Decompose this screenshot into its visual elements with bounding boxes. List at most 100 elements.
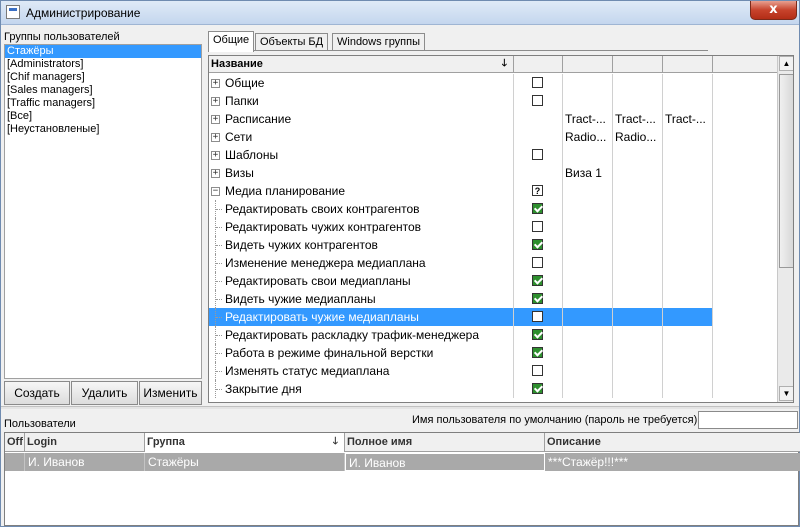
- permission-name-cell[interactable]: + Общие: [209, 74, 514, 92]
- group-item[interactable]: [Chif managers]: [5, 71, 201, 84]
- permission-check-cell[interactable]: [514, 236, 563, 254]
- expand-icon[interactable]: +: [211, 133, 220, 142]
- permission-value-cell-3[interactable]: [663, 272, 713, 290]
- permission-value-cell-1[interactable]: Виза 1: [563, 164, 613, 182]
- header-description[interactable]: Описание: [545, 433, 799, 452]
- permission-check-cell[interactable]: [514, 254, 563, 272]
- table-row[interactable]: Изменять статус медиаплана: [209, 362, 777, 380]
- checkbox-unchecked[interactable]: [532, 257, 543, 268]
- permission-value-cell-1[interactable]: [563, 362, 613, 380]
- permission-check-cell[interactable]: [514, 164, 563, 182]
- edit-button[interactable]: Изменить: [139, 381, 202, 405]
- permission-value-cell-2[interactable]: [613, 146, 663, 164]
- table-row[interactable]: + Сети Radio... Radio...: [209, 128, 777, 146]
- permission-check-cell[interactable]: [514, 200, 563, 218]
- permission-value-cell-3[interactable]: [663, 290, 713, 308]
- permission-name-cell[interactable]: Работа в режиме финальной верстки: [209, 344, 514, 362]
- permission-check-cell[interactable]: [514, 110, 563, 128]
- permission-value-cell-2[interactable]: [613, 326, 663, 344]
- permission-value-cell-3[interactable]: [663, 218, 713, 236]
- permission-value-cell-2[interactable]: [613, 236, 663, 254]
- permission-value-cell-3[interactable]: [663, 74, 713, 92]
- scroll-down-icon[interactable]: ▼: [779, 386, 793, 401]
- group-item[interactable]: [Traffic managers]: [5, 97, 201, 110]
- header-off[interactable]: Off: [5, 433, 25, 452]
- header-fullname[interactable]: Полное имя: [345, 433, 545, 452]
- header-group[interactable]: Группа 🡓: [145, 433, 345, 452]
- group-item[interactable]: Стажёры: [5, 45, 201, 58]
- user-off[interactable]: [5, 453, 25, 471]
- table-row[interactable]: Изменение менеджера медиаплана: [209, 254, 777, 272]
- table-row[interactable]: Видеть чужих контрагентов: [209, 236, 777, 254]
- permission-value-cell-1[interactable]: [563, 344, 613, 362]
- group-item[interactable]: [Неустановленые]: [5, 123, 201, 136]
- permission-value-cell-2[interactable]: [613, 272, 663, 290]
- group-item[interactable]: [Sales managers]: [5, 84, 201, 97]
- permission-value-cell-3[interactable]: [663, 182, 713, 200]
- table-row[interactable]: Работа в режиме финальной верстки: [209, 344, 777, 362]
- tab-windows-groups[interactable]: Windows группы: [332, 33, 426, 51]
- header-col-1[interactable]: [563, 56, 613, 73]
- permission-name-cell[interactable]: Видеть чужие медиапланы: [209, 290, 514, 308]
- permission-value-cell-3[interactable]: [663, 164, 713, 182]
- table-row[interactable]: И. Иванов Стажёры И. Иванов ***Стажёр!!!…: [5, 453, 800, 471]
- header-col-check[interactable]: [514, 56, 563, 73]
- permission-check-cell[interactable]: ?: [514, 182, 563, 200]
- table-row[interactable]: Редактировать раскладку трафик-менеджера: [209, 326, 777, 344]
- permission-value-cell-1[interactable]: [563, 74, 613, 92]
- table-row[interactable]: + Расписание Tract-... Tract-... Tract-...: [209, 110, 777, 128]
- table-row[interactable]: + Шаблоны: [209, 146, 777, 164]
- user-description[interactable]: ***Стажёр!!!***: [545, 453, 799, 471]
- checkbox-checked[interactable]: [532, 275, 543, 286]
- permission-value-cell-3[interactable]: [663, 380, 713, 398]
- table-row[interactable]: + Папки: [209, 92, 777, 110]
- permission-value-cell-3[interactable]: [663, 92, 713, 110]
- permission-name-cell[interactable]: Редактировать чужих контрагентов: [209, 218, 514, 236]
- header-name[interactable]: Название 🡓: [209, 56, 514, 73]
- permission-value-cell-3[interactable]: Tract-...: [663, 110, 713, 128]
- permission-value-cell-1[interactable]: [563, 146, 613, 164]
- group-item[interactable]: [Administrators]: [5, 58, 201, 71]
- close-button[interactable]: x: [750, 1, 797, 20]
- checkbox-unchecked[interactable]: [532, 77, 543, 88]
- expand-icon[interactable]: +: [211, 115, 220, 124]
- permission-value-cell-1[interactable]: [563, 92, 613, 110]
- permission-value-cell-1[interactable]: [563, 254, 613, 272]
- permission-check-cell[interactable]: [514, 146, 563, 164]
- permission-value-cell-2[interactable]: Radio...: [613, 128, 663, 146]
- tab-db-objects[interactable]: Объекты БД: [255, 33, 329, 51]
- permission-value-cell-1[interactable]: [563, 236, 613, 254]
- permission-name-cell[interactable]: Редактировать своих контрагентов: [209, 200, 514, 218]
- table-row[interactable]: Редактировать своих контрагентов: [209, 200, 777, 218]
- permission-value-cell-1[interactable]: [563, 326, 613, 344]
- permission-value-cell-3[interactable]: [663, 308, 713, 326]
- user-group[interactable]: Стажёры: [145, 453, 345, 471]
- delete-button[interactable]: Удалить: [71, 381, 138, 405]
- users-grid[interactable]: Off Login Группа 🡓 Полное имя Описание И…: [4, 432, 800, 526]
- permission-value-cell-2[interactable]: [613, 218, 663, 236]
- table-row[interactable]: Редактировать чужих контрагентов: [209, 218, 777, 236]
- permission-value-cell-2[interactable]: [613, 362, 663, 380]
- permission-name-cell[interactable]: + Папки: [209, 92, 514, 110]
- scroll-up-icon[interactable]: ▲: [779, 56, 793, 71]
- permission-value-cell-3[interactable]: [663, 128, 713, 146]
- checkbox-checked[interactable]: [532, 383, 543, 394]
- permission-value-cell-1[interactable]: [563, 200, 613, 218]
- table-row[interactable]: + Общие: [209, 74, 777, 92]
- permission-name-cell[interactable]: − Медиа планирование: [209, 182, 514, 200]
- permission-check-cell[interactable]: [514, 92, 563, 110]
- permission-value-cell-2[interactable]: [613, 182, 663, 200]
- table-row[interactable]: Редактировать чужие медиапланы: [209, 308, 777, 326]
- permission-check-cell[interactable]: [514, 380, 563, 398]
- permission-value-cell-3[interactable]: [663, 236, 713, 254]
- groups-list[interactable]: Стажёры [Administrators] [Chif managers]…: [4, 44, 202, 379]
- create-button[interactable]: Создать: [4, 381, 70, 405]
- permission-check-cell[interactable]: [514, 344, 563, 362]
- header-login[interactable]: Login: [25, 433, 145, 452]
- checkbox-unchecked[interactable]: [532, 365, 543, 376]
- permission-name-cell[interactable]: Изменять статус медиаплана: [209, 362, 514, 380]
- permission-check-cell[interactable]: [514, 218, 563, 236]
- permission-value-cell-2[interactable]: [613, 344, 663, 362]
- expand-icon[interactable]: +: [211, 151, 220, 160]
- checkbox-checked[interactable]: [532, 329, 543, 340]
